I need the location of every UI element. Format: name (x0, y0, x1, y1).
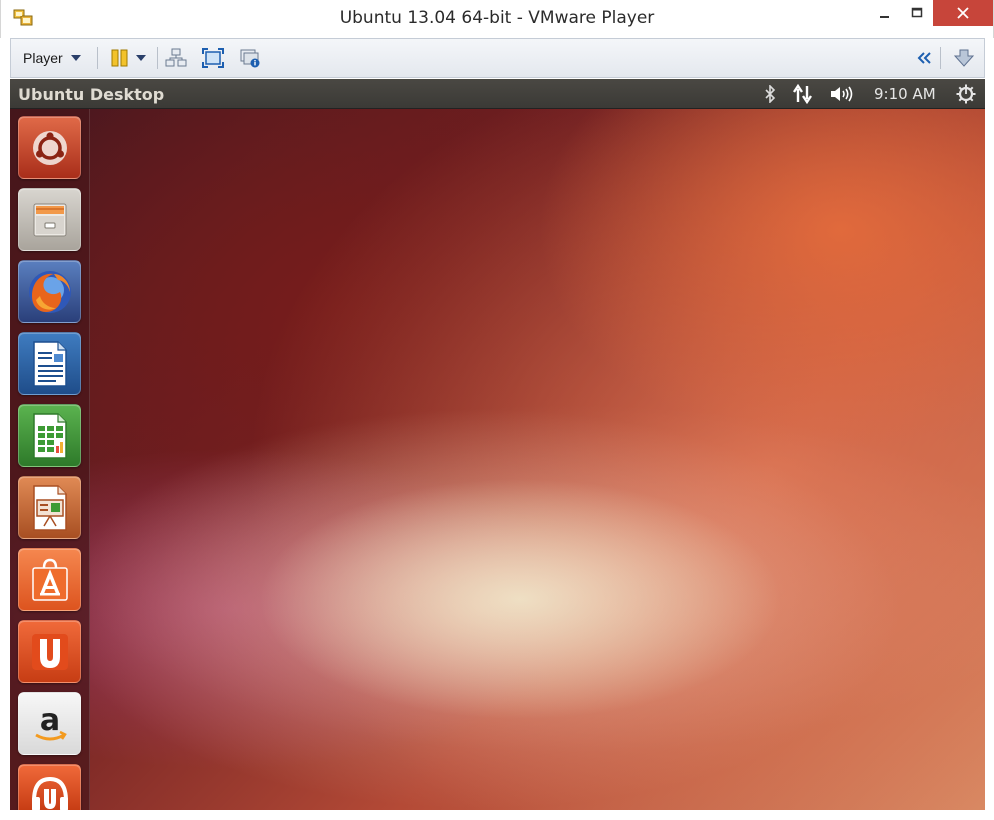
amazon-icon: a (34, 703, 67, 740)
clock-indicator[interactable]: 9:10 AM (874, 85, 936, 103)
unity-mode-icon (240, 49, 260, 68)
impress-icon (32, 484, 67, 531)
ubuntu-one-icon (31, 633, 68, 670)
power-dropdown-button[interactable] (133, 47, 149, 69)
download-button[interactable] (952, 47, 976, 69)
close-button[interactable] (933, 0, 993, 26)
launcher-item-libreoffice-writer[interactable] (18, 332, 81, 395)
dropdown-arrow-icon (136, 55, 146, 61)
ubuntu-logo-icon (32, 130, 67, 165)
launcher-item-amazon[interactable]: a (18, 692, 81, 755)
session-indicator[interactable] (954, 83, 978, 105)
wallpaper-glow (10, 109, 985, 810)
writer-icon (32, 340, 67, 387)
maximize-button[interactable] (901, 0, 933, 26)
panel-title: Ubuntu Desktop (18, 85, 165, 104)
bluetooth-icon (765, 85, 776, 103)
window-title: Ubuntu 13.04 64-bit - VMware Player (339, 8, 655, 28)
bluetooth-indicator[interactable] (760, 83, 780, 105)
send-ctrl-alt-del-icon (165, 48, 187, 67)
launcher-item-libreoffice-calc[interactable] (18, 404, 81, 467)
software-center-icon (31, 558, 68, 601)
minimize-button[interactable] (867, 0, 901, 26)
file-cabinet-icon (33, 203, 66, 236)
close-icon (957, 7, 969, 19)
send-ctrl-alt-del-button[interactable] (164, 47, 188, 69)
fullscreen-icon (202, 48, 224, 68)
gear-power-icon (956, 84, 976, 104)
collapse-toolbar-button[interactable] (913, 47, 937, 69)
ubuntu-one-music-icon (31, 776, 68, 810)
window-title-bar: Ubuntu 13.04 64-bit - VMware Player (0, 0, 994, 38)
svg-text:a: a (39, 703, 59, 738)
maximize-icon (911, 7, 923, 18)
launcher-item-firefox[interactable] (18, 260, 81, 323)
toolbar-separator (97, 47, 98, 69)
launcher-item-ubuntu-one-music[interactable] (18, 764, 81, 810)
pause-icon (111, 49, 128, 67)
chevron-down-icon (70, 55, 81, 61)
toolbar-separator (157, 47, 158, 69)
toolbar-separator (940, 47, 941, 69)
launcher-item-libreoffice-impress[interactable] (18, 476, 81, 539)
volume-indicator[interactable] (828, 83, 858, 105)
firefox-icon (28, 270, 71, 313)
network-icon (793, 84, 812, 104)
unity-launcher: a (10, 109, 90, 810)
player-menu-button[interactable]: Player (15, 45, 89, 71)
launcher-item-files[interactable] (18, 188, 81, 251)
minimize-icon (880, 16, 889, 18)
launcher-item-ubuntu-software-center[interactable] (18, 548, 81, 611)
ubuntu-top-panel: Ubuntu Desktop 9:10 AM (10, 79, 985, 109)
vmware-toolbar: Player (10, 38, 985, 78)
calc-icon (32, 412, 67, 459)
launcher-item-ubuntu-one[interactable] (18, 620, 81, 683)
unity-mode-button[interactable] (238, 47, 262, 69)
volume-icon (831, 86, 853, 102)
network-indicator[interactable] (790, 83, 816, 105)
collapse-toolbar-icon (917, 52, 931, 64)
launcher-item-dash-home[interactable] (18, 116, 81, 179)
vm-guest-screen[interactable]: Ubuntu Desktop 9:10 AM a (10, 79, 985, 810)
pause-button[interactable] (108, 47, 132, 69)
download-icon (954, 49, 974, 67)
fullscreen-button[interactable] (201, 47, 225, 69)
player-menu-label: Player (23, 50, 63, 66)
